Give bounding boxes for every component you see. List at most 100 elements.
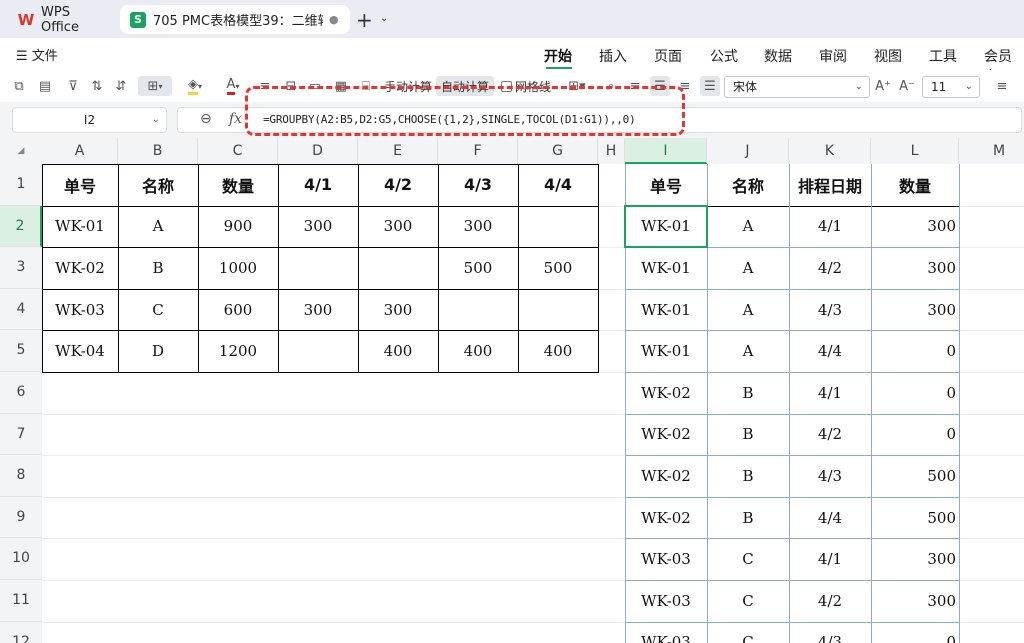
tab-document[interactable]: S 705 PMC表格模型39：二维转一维 ●	[120, 5, 350, 34]
tab-wps-office[interactable]: W WPS Office	[6, 5, 112, 35]
result-cell[interactable]: 4/3	[789, 455, 871, 497]
source-cell[interactable]: 300	[438, 206, 518, 248]
fill-color-button[interactable]: ◈ ▾	[180, 76, 210, 96]
result-cell[interactable]: WK-02	[625, 497, 707, 539]
column-header-d[interactable]: D	[278, 138, 358, 164]
result-cell[interactable]: 300	[871, 289, 959, 331]
menu-page[interactable]: 页面	[654, 46, 682, 66]
row-header-4[interactable]: 4	[0, 289, 42, 331]
comment-icon[interactable]: ▭	[306, 76, 324, 96]
result-cell[interactable]: WK-03	[625, 538, 707, 580]
result-header-cell[interactable]: 单号	[625, 164, 707, 206]
source-cell[interactable]: 300	[358, 289, 438, 331]
font-size-select[interactable]: 11 ⌄	[922, 76, 980, 98]
row-header-11[interactable]: 11	[0, 580, 42, 622]
align-middle-icon[interactable]: ☰	[700, 76, 720, 96]
row-header-8[interactable]: 8	[0, 455, 42, 497]
source-cell[interactable]	[358, 247, 438, 289]
column-header-f[interactable]: F	[438, 138, 518, 164]
paste-icon[interactable]: ▤	[36, 76, 54, 96]
select-all-corner[interactable]: ◢	[0, 138, 42, 164]
result-cell[interactable]: C	[707, 538, 789, 580]
result-cell[interactable]: WK-02	[625, 455, 707, 497]
result-cell[interactable]: 300	[871, 206, 959, 248]
source-cell[interactable]: 500	[438, 247, 518, 289]
source-header-cell[interactable]: 4/4	[518, 164, 598, 206]
new-tab-plus-icon[interactable]: +	[356, 8, 373, 32]
source-cell[interactable]	[278, 330, 358, 372]
font-name-select[interactable]: 宋体 ⌄	[724, 76, 870, 98]
source-cell[interactable]: WK-02	[42, 247, 118, 289]
result-cell[interactable]: A	[707, 247, 789, 289]
sort-ascending-icon[interactable]: ⇅	[88, 76, 106, 96]
menu-review[interactable]: 审阅	[819, 46, 847, 66]
result-cell[interactable]: WK-02	[625, 372, 707, 414]
auto-calc-button[interactable]: 自动计算	[436, 76, 494, 96]
menu-insert[interactable]: 插入	[599, 46, 627, 66]
source-cell[interactable]: A	[118, 206, 198, 248]
source-cell[interactable]: D	[118, 330, 198, 372]
zoom-icon[interactable]: ⊖	[200, 111, 212, 127]
function-icon[interactable]: fx	[229, 111, 242, 127]
cell-style-icon[interactable]: ⊞▾	[564, 76, 590, 96]
result-cell[interactable]: 0	[871, 372, 959, 414]
source-cell[interactable]: 300	[358, 206, 438, 248]
menu-formulas[interactable]: 公式	[710, 46, 738, 66]
borders-button[interactable]: ⊞ ▾	[138, 76, 172, 96]
formula-text[interactable]: =GROUPBY(A2:B5,D2:G5,CHOOSE({1,2},SINGLE…	[263, 113, 636, 126]
source-cell[interactable]: 400	[438, 330, 518, 372]
source-cell[interactable]: 600	[198, 289, 278, 331]
column-header-j[interactable]: J	[707, 138, 789, 164]
result-cell[interactable]: 0	[871, 330, 959, 372]
result-cell[interactable]: 4/3	[789, 289, 871, 331]
source-header-cell[interactable]: 4/3	[438, 164, 518, 206]
menu-tools[interactable]: 工具	[929, 46, 957, 66]
align-right-icon[interactable]: ≡	[676, 76, 694, 96]
result-cell[interactable]: B	[707, 414, 789, 456]
source-cell[interactable]: 400	[518, 330, 598, 372]
source-cell[interactable]	[278, 247, 358, 289]
source-cell[interactable]: 1000	[198, 247, 278, 289]
source-cell[interactable]	[518, 206, 598, 248]
result-cell[interactable]: B	[707, 372, 789, 414]
source-header-cell[interactable]: 4/2	[358, 164, 438, 206]
row-header-6[interactable]: 6	[0, 372, 42, 414]
row-header-7[interactable]: 7	[0, 414, 42, 456]
result-cell[interactable]: A	[707, 289, 789, 331]
filter-icon[interactable]: ⊽	[64, 76, 82, 96]
result-header-cell[interactable]: 数量	[871, 164, 959, 206]
column-header-b[interactable]: B	[118, 138, 198, 164]
menu-data[interactable]: 数据	[764, 46, 792, 66]
result-cell[interactable]: WK-02	[625, 414, 707, 456]
result-cell[interactable]: 4/4	[789, 330, 871, 372]
source-header-cell[interactable]: 单号	[42, 164, 118, 206]
result-cell[interactable]: 4/3	[789, 622, 871, 643]
source-cell[interactable]: B	[118, 247, 198, 289]
font-color-button[interactable]: A ▾	[218, 76, 248, 96]
row-header-9[interactable]: 9	[0, 497, 42, 539]
result-cell[interactable]: WK-01	[625, 330, 707, 372]
result-cell[interactable]: C	[707, 580, 789, 622]
align-center-icon[interactable]: ☰	[650, 76, 670, 96]
gridlines-checkbox[interactable]	[500, 80, 512, 92]
column-header-c[interactable]: C	[198, 138, 278, 164]
result-cell[interactable]: 0	[871, 622, 959, 643]
result-cell[interactable]: 4/4	[789, 497, 871, 539]
column-header-l[interactable]: L	[871, 138, 959, 164]
formula-input-area[interactable]: ⊖ fx =GROUPBY(A2:B5,D2:G5,CHOOSE({1,2},S…	[177, 107, 1022, 133]
table-style-icon[interactable]: ▦	[332, 76, 350, 96]
result-cell[interactable]: 4/1	[789, 372, 871, 414]
result-cell[interactable]: 4/2	[789, 247, 871, 289]
name-box[interactable]: I2 ⌄	[12, 107, 167, 133]
result-cell[interactable]: WK-01	[625, 247, 707, 289]
source-header-cell[interactable]: 名称	[118, 164, 198, 206]
source-header-cell[interactable]: 4/1	[278, 164, 358, 206]
row-header-5[interactable]: 5	[0, 330, 42, 372]
copy-format-icon[interactable]: ⧉	[10, 76, 28, 96]
bold-icon[interactable]: ≡	[992, 76, 1012, 96]
row-header-1[interactable]: 1	[0, 164, 42, 206]
column-header-k[interactable]: K	[789, 138, 871, 164]
result-cell[interactable]: WK-01	[625, 206, 707, 248]
result-cell[interactable]: 4/1	[789, 206, 871, 248]
row-header-10[interactable]: 10	[0, 538, 42, 580]
